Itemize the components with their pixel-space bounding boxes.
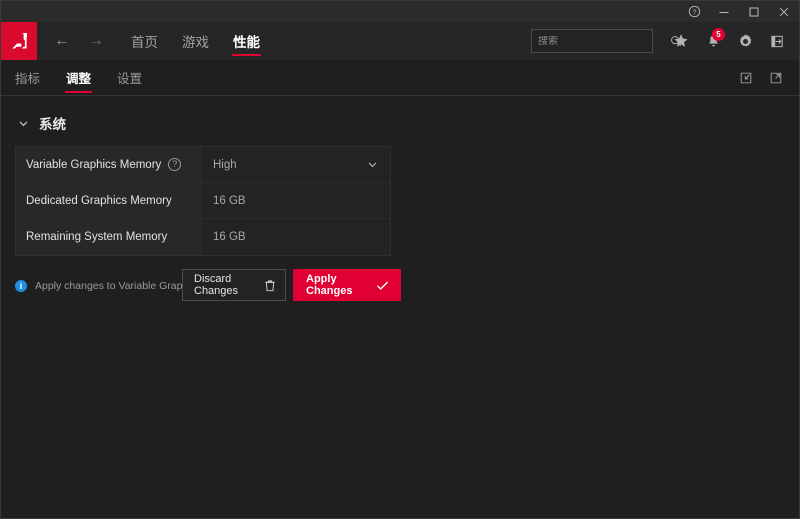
row-label-remaining-system-memory: Remaining System Memory <box>16 219 202 255</box>
star-icon[interactable] <box>665 22 697 60</box>
apply-changes-button[interactable]: Apply Changes <box>293 269 401 301</box>
search-box[interactable] <box>531 29 682 53</box>
row-value-text: 16 GB <box>213 194 246 207</box>
discard-changes-label: Discard Changes <box>194 273 239 297</box>
tab-performance[interactable]: 性能 <box>221 22 272 60</box>
search-input[interactable] <box>538 35 670 47</box>
forward-arrow-icon[interactable]: → <box>79 22 113 60</box>
maximize-icon[interactable] <box>739 1 769 22</box>
row-value-text: 16 GB <box>213 231 246 243</box>
amd-adrenalin-window: ? ← → 首页 游戏 性能 搜索 5 指标 调整 设置 系统 Variable… <box>0 0 800 519</box>
header-actions: 5 <box>531 22 793 60</box>
row-label-text: Remaining System Memory <box>26 231 168 243</box>
row-label-text: Dedicated Graphics Memory <box>26 194 172 207</box>
help-tooltip-icon[interactable]: ? <box>168 158 182 171</box>
gear-icon[interactable] <box>729 22 761 60</box>
profile-actions <box>731 60 791 96</box>
system-settings-panel: Variable Graphics Memory ? High Dedicate… <box>15 146 391 256</box>
row-label-dedicated-graphics-memory: Dedicated Graphics Memory <box>16 183 202 218</box>
app-header: ← → 首页 游戏 性能 5 <box>1 22 799 60</box>
title-bar: ? <box>1 1 799 22</box>
system-section-header[interactable]: 系统 <box>1 110 799 136</box>
tuning-content: 系统 Variable Graphics Memory ? High Dedic… <box>1 96 799 518</box>
discard-changes-button[interactable]: Discard Changes <box>182 269 286 301</box>
dedicated-graphics-memory-value: 16 GB <box>202 183 390 218</box>
action-bar: i Apply changes to Variable Graphics Mem… <box>15 269 401 301</box>
trash-icon <box>264 279 276 292</box>
minimize-icon[interactable] <box>709 1 739 22</box>
table-row: Dedicated Graphics Memory 16 GB <box>16 183 390 219</box>
subtab-settings[interactable]: 设置 <box>105 60 154 96</box>
close-icon[interactable] <box>769 1 799 22</box>
row-label-text: Variable Graphics Memory <box>26 158 162 171</box>
row-label-variable-graphics-memory: Variable Graphics Memory ? <box>16 147 202 182</box>
bell-icon[interactable]: 5 <box>697 22 729 60</box>
subtab-tuning[interactable]: 调整 <box>54 60 103 96</box>
help-icon[interactable]: ? <box>679 1 709 22</box>
table-row: Variable Graphics Memory ? High <box>16 147 390 183</box>
sub-navigation: 指标 调整 设置 <box>1 60 799 96</box>
svg-text:?: ? <box>692 9 696 16</box>
info-icon: i <box>15 280 27 292</box>
back-arrow-icon[interactable]: ← <box>45 22 79 60</box>
remaining-system-memory-value: 16 GB <box>202 219 390 255</box>
notification-badge: 5 <box>712 28 725 41</box>
main-nav-tabs: 首页 游戏 性能 <box>119 22 272 60</box>
tab-home[interactable]: 首页 <box>119 22 170 60</box>
import-profile-icon[interactable] <box>731 60 761 96</box>
dropdown-value: High <box>213 158 237 171</box>
nav-arrows: ← → <box>45 22 113 60</box>
chevron-down-icon[interactable] <box>15 118 31 129</box>
chevron-down-icon[interactable] <box>367 159 378 170</box>
section-title: 系统 <box>39 117 66 132</box>
table-row: Remaining System Memory 16 GB <box>16 219 390 255</box>
tab-gaming[interactable]: 游戏 <box>170 22 221 60</box>
variable-graphics-memory-dropdown[interactable]: High <box>202 147 390 182</box>
checkmark-icon <box>376 280 389 291</box>
apply-changes-label: Apply Changes <box>306 273 353 297</box>
amd-logo-icon[interactable] <box>1 22 37 60</box>
export-profile-icon[interactable] <box>761 60 791 96</box>
exit-icon[interactable] <box>761 22 793 60</box>
subtab-metrics[interactable]: 指标 <box>3 60 52 96</box>
